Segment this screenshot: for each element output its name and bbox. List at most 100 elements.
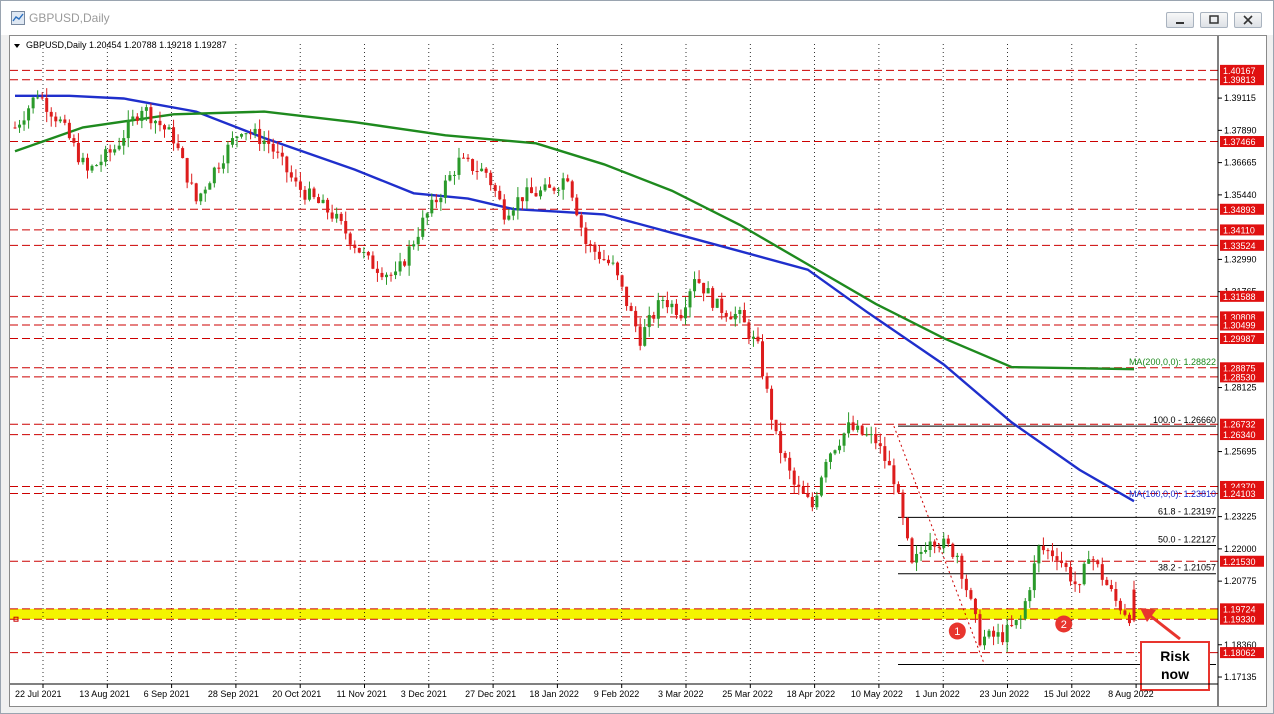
candle-body <box>647 314 651 328</box>
candle-body <box>819 477 823 496</box>
candle-body <box>838 445 842 451</box>
candle-body <box>570 181 574 198</box>
candle-body <box>81 157 85 163</box>
candle-body <box>606 259 610 264</box>
minimize-button[interactable] <box>1166 12 1194 28</box>
minimize-icon <box>1176 22 1184 24</box>
candle-body <box>135 116 139 121</box>
candle-body <box>1028 590 1032 602</box>
candle-body <box>729 316 733 320</box>
candle-body <box>217 167 221 169</box>
candle-body <box>226 144 230 164</box>
x-tick-label: 23 Jun 2022 <box>980 689 1030 699</box>
candle-body <box>783 453 787 458</box>
candle-body <box>806 493 810 497</box>
candle-body <box>1019 618 1023 620</box>
candle-body <box>1091 559 1095 561</box>
candle-body <box>738 309 742 314</box>
candle-body <box>842 433 846 446</box>
chart-area[interactable]: 100.0 - 1.26660 61.8 - 1.23197 50.0 - 1.22… <box>9 35 1267 707</box>
candle-body <box>262 140 266 144</box>
x-tick-label: 25 Mar 2022 <box>722 689 773 699</box>
candle-body <box>779 431 783 454</box>
candle-body <box>362 252 366 254</box>
candle-body <box>172 127 176 144</box>
candle-body <box>267 140 271 144</box>
candle-body <box>833 450 837 454</box>
candle-body <box>1055 556 1059 561</box>
candle-body <box>398 261 402 272</box>
candle-body <box>801 486 805 494</box>
candle-body <box>480 168 484 172</box>
candle-body <box>924 550 928 552</box>
x-tick-label: 13 Aug 2021 <box>79 689 130 699</box>
candle-body <box>1123 610 1127 615</box>
price-level-label: 1.34110 <box>1223 225 1255 235</box>
candle-body <box>384 274 388 278</box>
x-tick-label: 8 Aug 2022 <box>1108 689 1154 699</box>
candle-body <box>13 127 17 129</box>
x-tick-label: 11 Nov 2021 <box>337 689 387 699</box>
candle-body <box>715 298 719 308</box>
candle-body <box>1109 585 1113 589</box>
candle-body <box>733 313 737 320</box>
candle-body <box>425 213 429 218</box>
candle-body <box>1037 545 1041 564</box>
candle-body <box>992 630 996 637</box>
candle-body <box>702 282 706 294</box>
candle-body <box>90 165 94 171</box>
support-zone <box>10 608 1218 620</box>
maximize-button[interactable] <box>1200 12 1228 28</box>
candle-body <box>815 495 819 508</box>
candle-body <box>412 244 416 247</box>
candle-body <box>847 422 851 434</box>
risk-callout-text: Risk <box>1160 648 1190 664</box>
candle-body <box>457 157 461 175</box>
candle-body <box>520 197 524 202</box>
candle-body <box>915 553 919 563</box>
candle-body <box>525 187 529 202</box>
candle-body <box>149 107 153 124</box>
candle-body <box>751 336 755 339</box>
y-tick-label: 1.39115 <box>1224 93 1256 103</box>
price-level-label: 1.29987 <box>1223 334 1256 344</box>
candle-body <box>602 259 606 261</box>
candle-body <box>113 149 117 153</box>
candle-body <box>579 215 583 228</box>
candle-body <box>670 303 674 308</box>
candle-body <box>190 182 194 184</box>
fib-level-label: 50.0 - 1.22127 <box>1158 535 1216 545</box>
candle-body <box>548 184 552 188</box>
candle-body <box>448 175 452 181</box>
candle-body <box>185 158 189 183</box>
candle-body <box>824 461 828 478</box>
candle-body <box>964 578 968 591</box>
candle-body <box>1023 601 1027 619</box>
y-tick-label: 1.35440 <box>1224 190 1257 200</box>
candle-body <box>1010 625 1014 627</box>
candle-body <box>280 152 284 157</box>
candle-body <box>203 189 207 194</box>
candle-body <box>1032 563 1036 591</box>
candle-body <box>1078 584 1082 586</box>
candle-body <box>765 376 769 389</box>
candle-body <box>1096 560 1100 565</box>
y-tick-label: 1.22000 <box>1224 544 1257 554</box>
candle-body <box>656 300 660 319</box>
price-chart[interactable]: 100.0 - 1.26660 61.8 - 1.23197 50.0 - 1.22… <box>10 36 1266 706</box>
x-tick-label: 20 Oct 2021 <box>272 689 321 699</box>
candle-body <box>1073 581 1077 585</box>
candle-body <box>221 163 225 169</box>
candle-body <box>955 555 959 558</box>
candle-body <box>901 492 905 519</box>
chart-window-icon <box>11 11 25 25</box>
pivot-marker-label: 2 <box>1061 619 1067 631</box>
close-button[interactable] <box>1234 12 1262 28</box>
candle-body <box>253 128 257 134</box>
candle-body <box>693 279 697 292</box>
candle-body <box>375 268 379 273</box>
candle-body <box>566 178 570 182</box>
candle-body <box>158 120 162 126</box>
y-tick-label: 1.17135 <box>1224 672 1257 682</box>
candle-body <box>942 538 946 548</box>
